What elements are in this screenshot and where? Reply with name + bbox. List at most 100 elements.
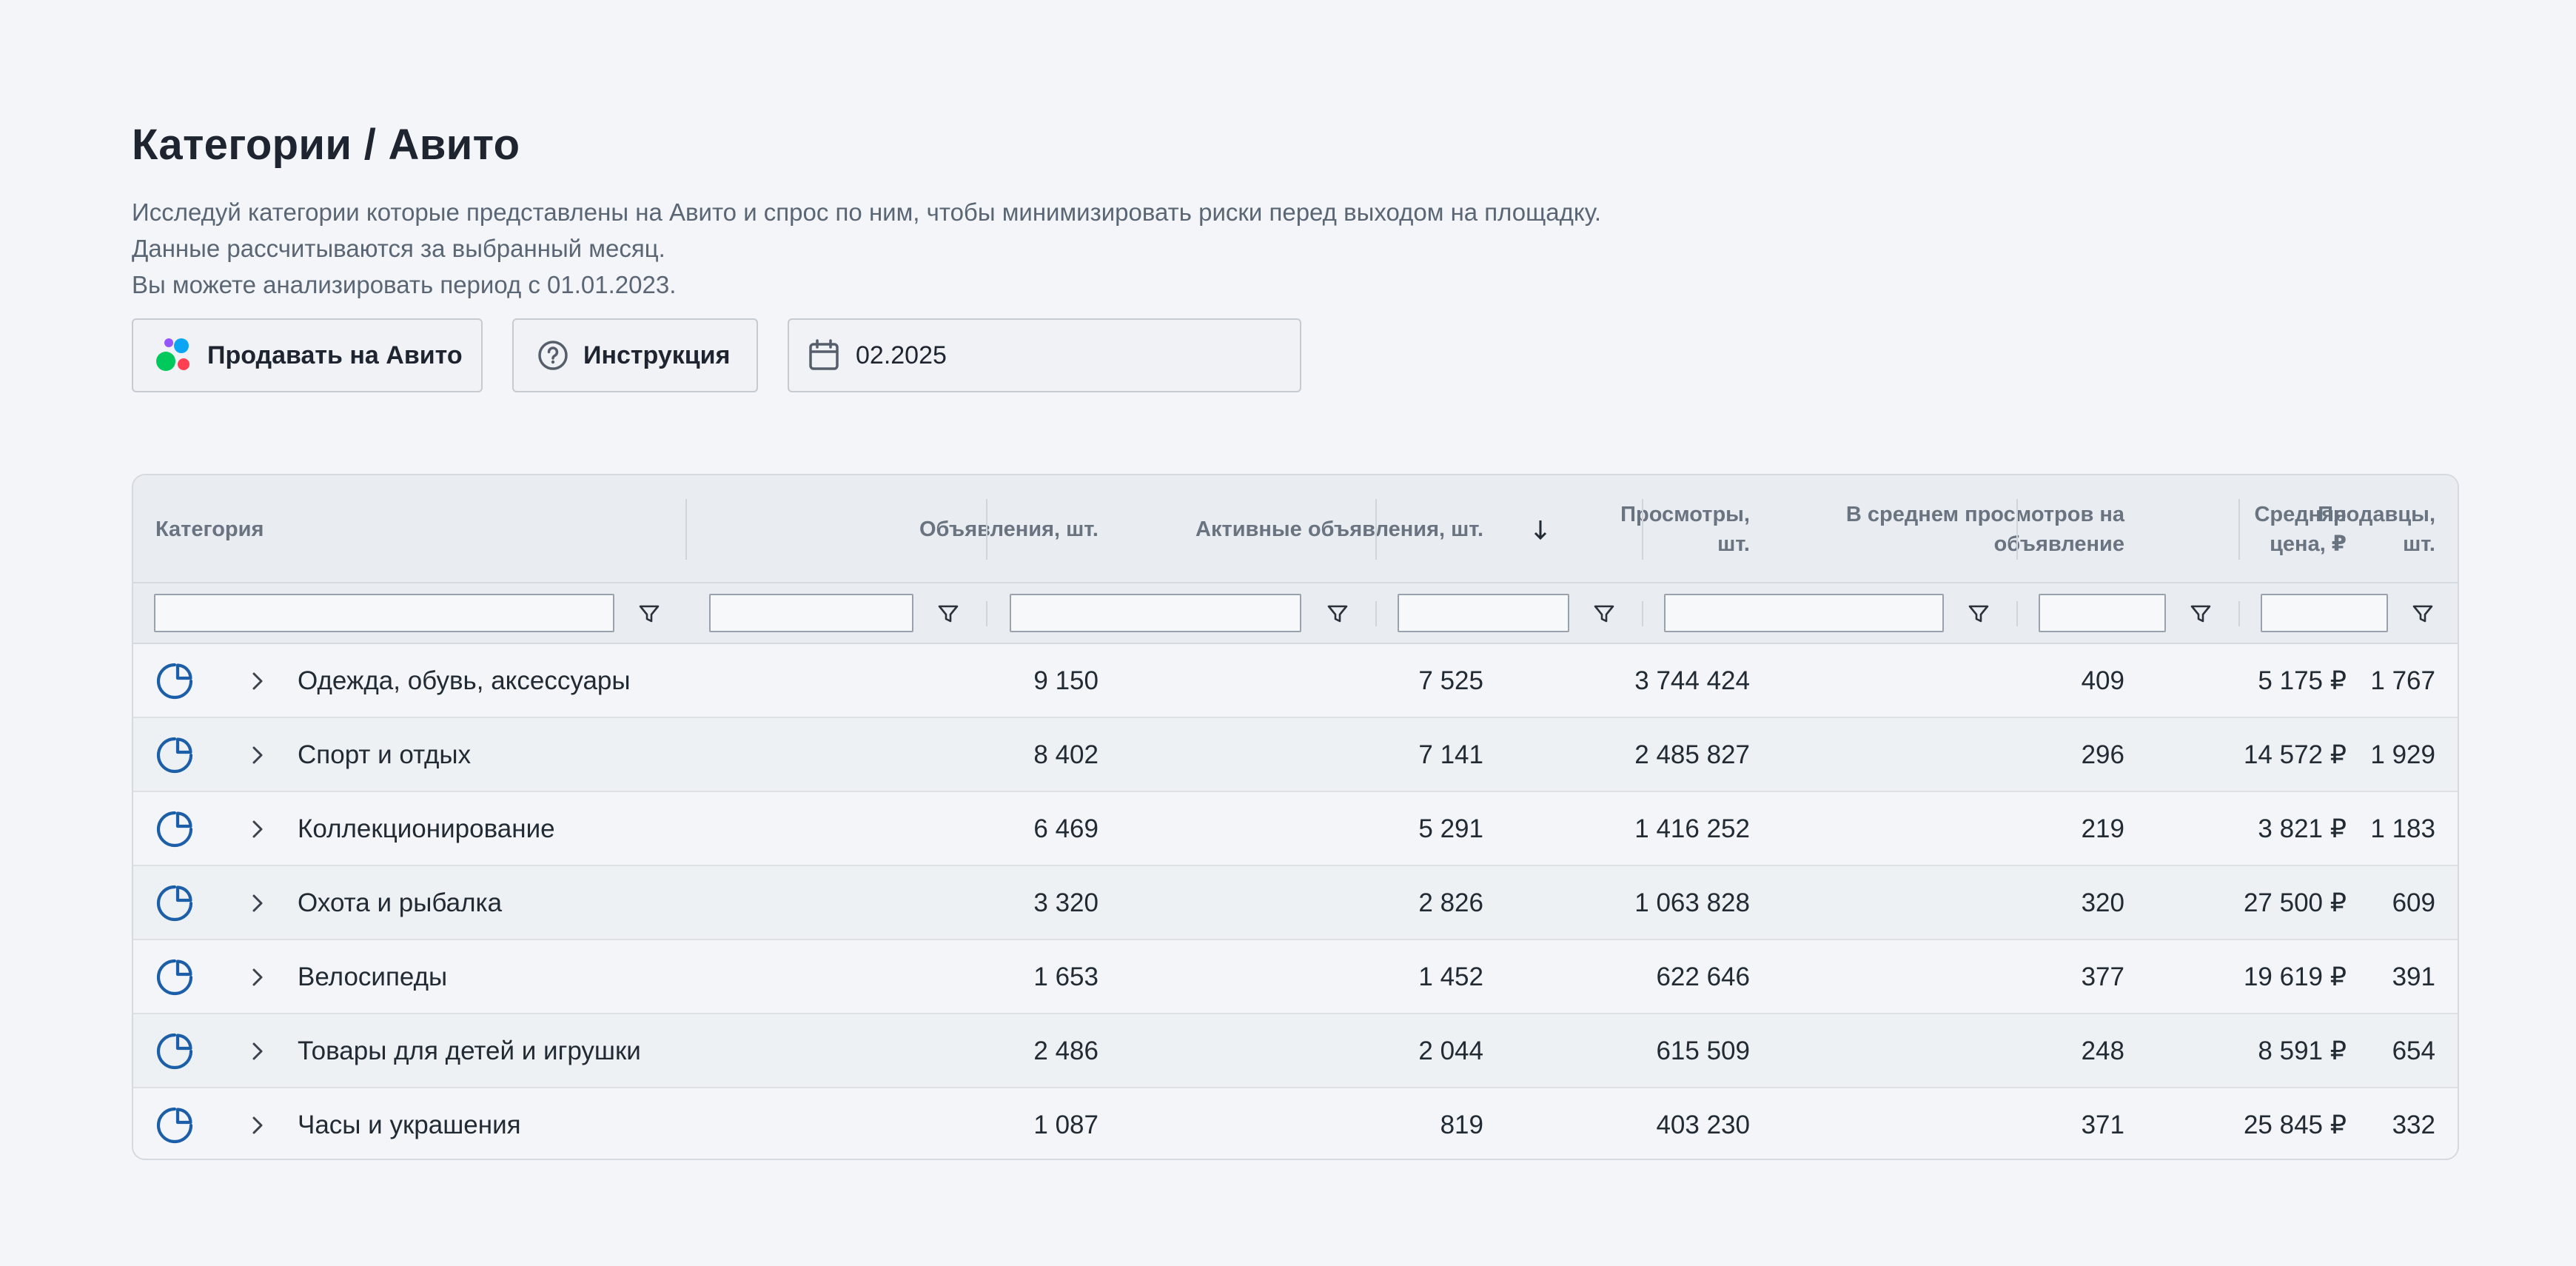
column-separator: [1375, 601, 1377, 626]
cell-avg-views: 371: [2081, 1111, 2124, 1139]
column-header-line: Продавцы,: [2318, 503, 2435, 526]
cell-active-ads: 2 826: [1418, 888, 1483, 917]
table-row[interactable]: Товары для детей и игрушки 2 486 2 044 6…: [133, 1014, 2458, 1088]
chevron-right-icon[interactable]: [244, 742, 271, 768]
table-row[interactable]: Часы и украшения 1 087 819 403 230 371 2…: [133, 1088, 2458, 1159]
cell-ads: 9 150: [1033, 666, 1099, 695]
column-header-label: Категория: [155, 518, 264, 541]
filter-input-sellers[interactable]: [2261, 594, 2388, 632]
instruction-button[interactable]: Инструкция: [512, 318, 758, 392]
column-header-category[interactable]: Категория: [155, 475, 629, 583]
pie-chart-icon[interactable]: [155, 884, 194, 922]
page-title: Категории / Авито: [132, 121, 520, 169]
column-separator[interactable]: [1375, 499, 1377, 560]
filter-input-views[interactable]: [1398, 594, 1569, 632]
sell-on-avito-button[interactable]: Продавать на Авито: [132, 318, 483, 392]
cell-active-ads: 1 452: [1418, 962, 1483, 991]
page-description: Исследуй категории которые представлены …: [132, 194, 1601, 303]
column-separator[interactable]: [2016, 499, 2018, 560]
cell-category[interactable]: Одежда, обувь, аксессуары: [298, 644, 682, 718]
filter-icon[interactable]: [2410, 601, 2435, 626]
cell-ads: 1 653: [1033, 962, 1099, 991]
cell-active-ads: 2 044: [1418, 1036, 1483, 1065]
cell-active-ads: 5 291: [1418, 814, 1483, 843]
chevron-right-icon[interactable]: [244, 668, 271, 694]
column-header-label: Активные объявления, шт.: [1195, 518, 1483, 541]
column-header-active-ads[interactable]: Активные объявления, шт.: [1118, 475, 1483, 583]
sell-on-avito-label: Продавать на Авито: [207, 341, 463, 369]
column-header-label: В среднем просмотров на объявление: [1846, 500, 2124, 559]
description-line: Исследуй категории которые представлены …: [132, 198, 1602, 226]
filter-input-ads[interactable]: [709, 594, 913, 632]
filter-input-avg-views[interactable]: [1664, 594, 1944, 632]
avito-logo-icon: [156, 338, 189, 371]
cell-ads: 1 087: [1033, 1111, 1099, 1139]
column-header-line: Просмотры,: [1620, 503, 1750, 526]
pie-chart-icon[interactable]: [155, 736, 194, 774]
cell-ads: 3 320: [1033, 888, 1099, 917]
cell-views: 2 485 827: [1634, 740, 1750, 769]
cell-category[interactable]: Охота и рыбалка: [298, 866, 682, 940]
column-separator: [2016, 601, 2018, 626]
cell-views: 3 744 424: [1634, 666, 1750, 695]
cell-sellers: 654: [2392, 1036, 2435, 1065]
column-separator[interactable]: [2238, 499, 2240, 560]
filter-icon[interactable]: [1966, 601, 1991, 626]
instruction-label: Инструкция: [583, 341, 731, 369]
cell-ads: 6 469: [1033, 814, 1099, 843]
table-row[interactable]: Одежда, обувь, аксессуары 9 150 7 525 3 …: [133, 644, 2458, 718]
chevron-right-icon[interactable]: [244, 1112, 271, 1139]
filter-input-category[interactable]: [154, 594, 614, 632]
column-header-ads[interactable]: Объявления, шт.: [684, 475, 1099, 583]
cell-active-ads: 819: [1440, 1111, 1483, 1139]
column-separator[interactable]: [685, 499, 687, 560]
table-row[interactable]: Охота и рыбалка 3 320 2 826 1 063 828 32…: [133, 866, 2458, 940]
pie-chart-icon[interactable]: [155, 1032, 194, 1071]
pie-chart-icon[interactable]: [155, 810, 194, 848]
cell-active-ads: 7 141: [1418, 740, 1483, 769]
filter-icon[interactable]: [936, 601, 961, 626]
column-header-sellers[interactable]: Продавцы, шт.: [2244, 475, 2435, 583]
filter-input-avg-price[interactable]: [2039, 594, 2166, 632]
cell-category[interactable]: Товары для детей и игрушки: [298, 1014, 682, 1088]
cell-category[interactable]: Коллекционирование: [298, 792, 682, 866]
cell-category[interactable]: Часы и украшения: [298, 1088, 682, 1159]
categories-table: Категория Объявления, шт. Активные объяв…: [132, 474, 2459, 1160]
cell-avg-views: 219: [2081, 814, 2124, 843]
month-picker[interactable]: 02.2025: [788, 318, 1301, 392]
filter-icon[interactable]: [1591, 601, 1617, 626]
table-row[interactable]: Велосипеды 1 653 1 452 622 646 377 19 61…: [133, 940, 2458, 1014]
description-line: Вы можете анализировать период с 01.01.2…: [132, 271, 677, 298]
pie-chart-icon[interactable]: [155, 1106, 194, 1145]
column-header-views[interactable]: Просмотры, шт.: [1515, 475, 1750, 583]
column-separator[interactable]: [1642, 499, 1643, 560]
column-header-label: Продавцы, шт.: [2318, 500, 2435, 559]
chevron-right-icon[interactable]: [244, 890, 271, 917]
filter-input-active-ads[interactable]: [1010, 594, 1301, 632]
description-line: Данные рассчитываются за выбранный месяц…: [132, 235, 665, 262]
cell-sellers: 609: [2392, 888, 2435, 917]
chevron-right-icon[interactable]: [244, 816, 271, 843]
column-header-line: объявление: [1993, 532, 2124, 556]
filter-icon[interactable]: [1325, 601, 1350, 626]
cell-ads: 8 402: [1033, 740, 1099, 769]
pie-chart-icon[interactable]: [155, 662, 194, 700]
filter-icon[interactable]: [637, 601, 662, 626]
column-header-line: шт.: [1717, 532, 1750, 556]
cell-category[interactable]: Спорт и отдых: [298, 718, 682, 792]
column-header-avg-views[interactable]: В среднем просмотров на объявление: [1781, 475, 2124, 583]
cell-sellers: 1 183: [2370, 814, 2435, 843]
table-row[interactable]: Спорт и отдых 8 402 7 141 2 485 827 296 …: [133, 718, 2458, 792]
table-row[interactable]: Коллекционирование 6 469 5 291 1 416 252…: [133, 792, 2458, 866]
pie-chart-icon[interactable]: [155, 958, 194, 997]
cell-avg-views: 248: [2081, 1036, 2124, 1065]
column-header-label: Объявления, шт.: [919, 518, 1099, 541]
cell-views: 1 063 828: [1634, 888, 1750, 917]
chevron-right-icon[interactable]: [244, 1038, 271, 1065]
cell-views: 403 230: [1656, 1111, 1750, 1139]
arrow-down-icon[interactable]: [1529, 515, 1552, 544]
column-separator[interactable]: [986, 499, 987, 560]
chevron-right-icon[interactable]: [244, 964, 271, 991]
cell-category[interactable]: Велосипеды: [298, 940, 682, 1014]
filter-icon[interactable]: [2188, 601, 2213, 626]
